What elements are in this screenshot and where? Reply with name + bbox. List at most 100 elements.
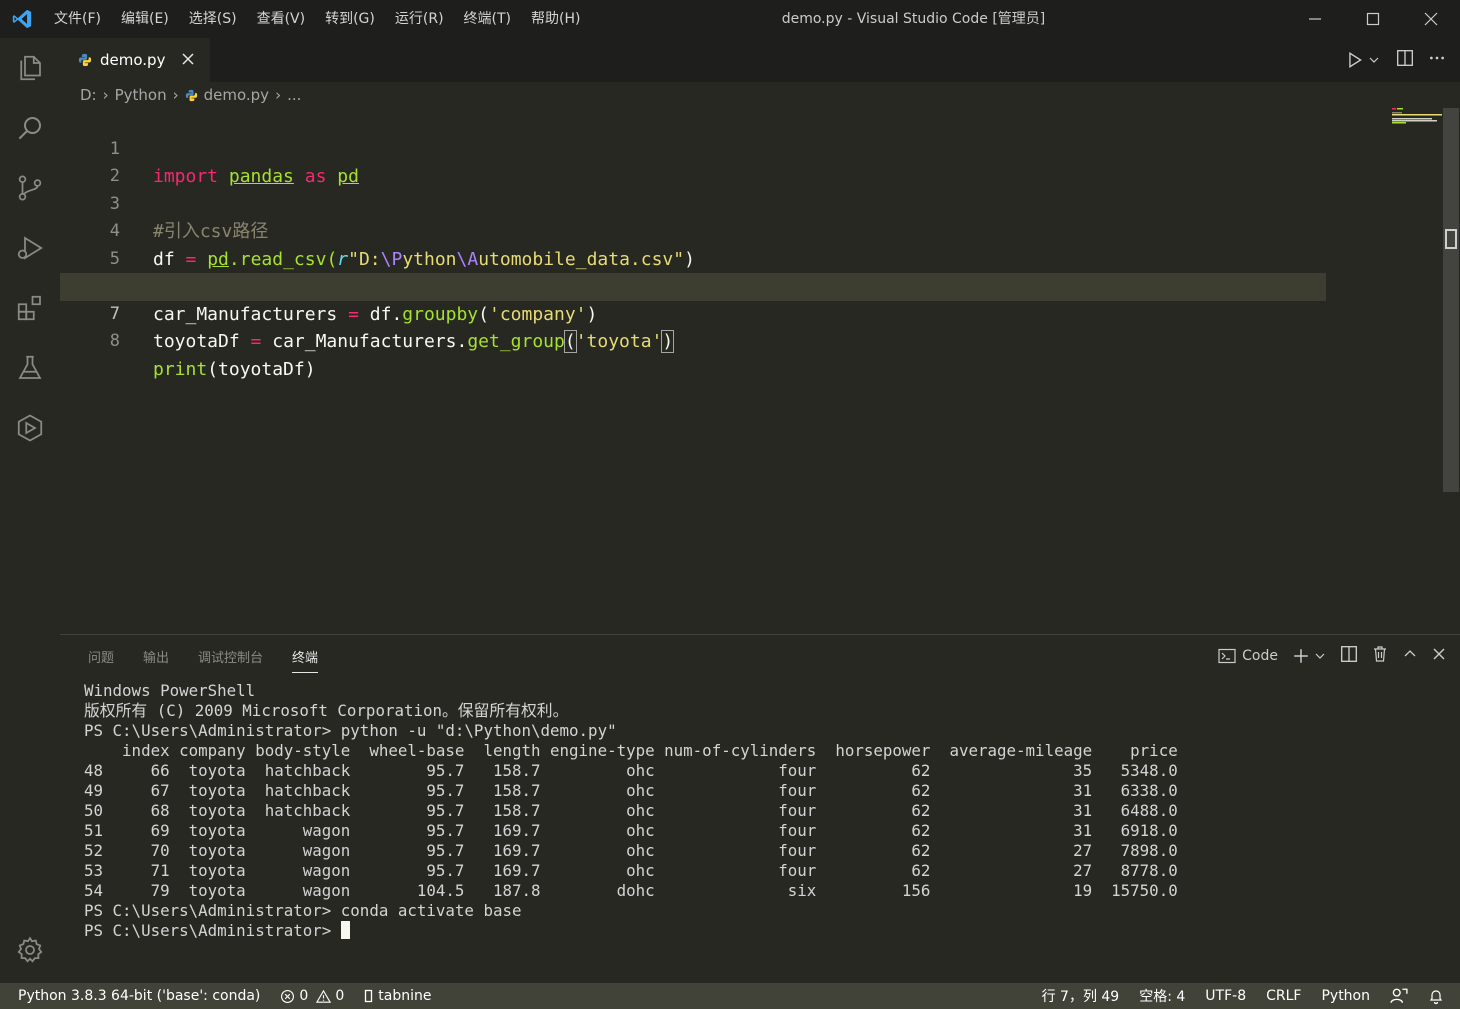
menu-view[interactable]: 查看(V) [247, 0, 316, 38]
breadcrumb-folder[interactable]: Python [115, 86, 167, 104]
tab-problems[interactable]: 问题 [88, 647, 114, 673]
terminal-icon [1218, 648, 1236, 664]
code-line: 5 [60, 218, 1326, 269]
tab-label: demo.py [100, 51, 166, 69]
close-panel-button[interactable] [1432, 647, 1446, 665]
terminal-line: Windows PowerShell [84, 681, 256, 700]
split-terminal-button[interactable] [1340, 645, 1358, 667]
encoding-selector[interactable]: UTF-8 [1195, 988, 1256, 1004]
code-line: 4 df = pd.read_csv(r"D:\Python\Automobil… [60, 191, 1326, 270]
python-interpreter-selector[interactable]: Python 3.8.3 64-bit ('base': conda) [0, 988, 270, 1004]
chevron-right-icon: › [102, 86, 109, 104]
run-debug-button[interactable] [0, 218, 60, 278]
remote-explorer-button[interactable] [0, 398, 60, 458]
terminal-profile-selector[interactable]: Code [1218, 648, 1278, 664]
warning-count: 0 [335, 988, 345, 1004]
vscode-logo-icon [0, 0, 44, 38]
maximize-panel-button[interactable] [1402, 646, 1418, 666]
menu-run[interactable]: 运行(R) [385, 0, 454, 38]
flask-icon [18, 355, 42, 379]
extensions-button[interactable] [0, 278, 60, 338]
ellipsis-icon [1430, 56, 1444, 60]
run-debug-icon [17, 236, 43, 260]
editor-scrollbar[interactable] [1443, 108, 1459, 492]
menu-selection[interactable]: 选择(S) [179, 0, 247, 38]
bell-icon [1429, 989, 1443, 1004]
tab-close-button[interactable] [178, 49, 198, 69]
breadcrumb-drive[interactable]: D: [80, 86, 97, 104]
search-icon [18, 117, 41, 140]
terminal-prompt-line: PS C:\Users\Administrator> [84, 921, 1178, 941]
maximize-button[interactable] [1344, 0, 1402, 38]
language-mode-selector[interactable]: Python [1311, 988, 1380, 1004]
panel-actions: Code [1218, 645, 1446, 667]
search-button[interactable] [0, 98, 60, 158]
code-line: 2 [60, 136, 1326, 186]
activity-bar [0, 38, 60, 983]
terminal-line: index company body-style wheel-base leng… [84, 741, 1178, 760]
eol-selector[interactable]: CRLF [1256, 988, 1311, 1004]
code-line: 6 car_Manufacturers = df.groupby('compan… [60, 246, 1326, 325]
settings-button[interactable] [0, 920, 60, 980]
run-python-file-button[interactable] [1346, 51, 1380, 69]
chevron-right-icon: › [275, 86, 282, 104]
menu-file[interactable]: 文件(F) [44, 0, 111, 38]
tabnine-label: tabnine [378, 988, 432, 1004]
split-terminal-icon [1341, 646, 1357, 662]
minimize-button[interactable] [1286, 0, 1344, 38]
gear-icon [17, 936, 43, 963]
scrollbar-cursor-marker [1445, 229, 1457, 249]
indentation-selector[interactable]: 空格: 4 [1129, 986, 1195, 1006]
error-icon [281, 989, 295, 1003]
tabnine-status[interactable]: tabnine [354, 988, 441, 1004]
breadcrumb-file[interactable]: demo.py [204, 86, 269, 104]
testing-button[interactable] [0, 338, 60, 398]
terminal-line: 49 67 toyota hatchback 95.7 158.7 ohc fo… [84, 781, 1178, 800]
error-count: 0 [299, 988, 309, 1004]
tab-output[interactable]: 输出 [143, 647, 169, 673]
terminal-profile-label: Code [1242, 648, 1278, 664]
terminal-output[interactable]: Windows PowerShell 版权所有 (C) 2009 Microsof… [84, 681, 1178, 941]
breadcrumb-symbol[interactable]: ... [287, 86, 301, 104]
chevron-up-icon [1404, 650, 1416, 657]
terminal-line: 48 66 toyota hatchback 95.7 158.7 ohc fo… [84, 761, 1178, 780]
chevron-down-icon [1369, 57, 1379, 63]
chevron-down-icon [1315, 653, 1325, 659]
terminal-line: 50 68 toyota hatchback 95.7 158.7 ohc fo… [84, 801, 1178, 820]
terminal-line: PS C:\Users\Administrator> python -u "d:… [84, 721, 617, 740]
kill-terminal-button[interactable] [1372, 645, 1388, 667]
notifications-button[interactable] [1418, 988, 1454, 1005]
menu-go[interactable]: 转到(G) [315, 0, 385, 38]
close-icon [182, 53, 194, 65]
terminal-line: PS C:\Users\Administrator> conda activat… [84, 901, 522, 920]
explorer-button[interactable] [0, 38, 60, 98]
menu-terminal[interactable]: 终端(T) [454, 0, 521, 38]
tab-terminal[interactable]: 终端 [292, 647, 319, 673]
warning-icon [316, 989, 332, 1003]
more-actions-button[interactable] [1428, 49, 1446, 71]
menu-help[interactable]: 帮助(H) [521, 0, 590, 38]
source-control-icon [18, 175, 42, 201]
title-bar: 文件(F) 编辑(E) 选择(S) 查看(V) 转到(G) 运行(R) 终端(T… [0, 0, 1460, 38]
new-terminal-button[interactable] [1292, 647, 1326, 665]
terminal-cursor [340, 921, 350, 939]
feedback-button[interactable] [1380, 987, 1418, 1005]
tab-debug-console[interactable]: 调试控制台 [198, 647, 263, 673]
split-editor-button[interactable] [1396, 49, 1414, 71]
cursor-position[interactable]: 行 7，列 49 [1032, 986, 1130, 1006]
editor-tab-bar: demo.py [60, 38, 1460, 82]
code-editor[interactable]: 1 import pandas as pd 2 3 #引入csv路径 4 df … [60, 108, 1460, 632]
close-icon [1424, 12, 1438, 26]
window-controls [1286, 0, 1460, 38]
code-line: 1 import pandas as pd [60, 108, 1326, 188]
problems-indicator[interactable]: 0 0 [270, 988, 354, 1004]
tab-demo-py[interactable]: demo.py [60, 38, 210, 82]
feedback-person-icon [1390, 988, 1408, 1003]
trash-icon [1374, 646, 1386, 662]
remote-explorer-icon [17, 414, 43, 442]
source-control-button[interactable] [0, 158, 60, 218]
close-window-button[interactable] [1402, 0, 1460, 38]
menu-edit[interactable]: 编辑(E) [111, 0, 179, 38]
tabnine-icon [365, 989, 373, 1003]
split-editor-icon [1397, 50, 1413, 66]
